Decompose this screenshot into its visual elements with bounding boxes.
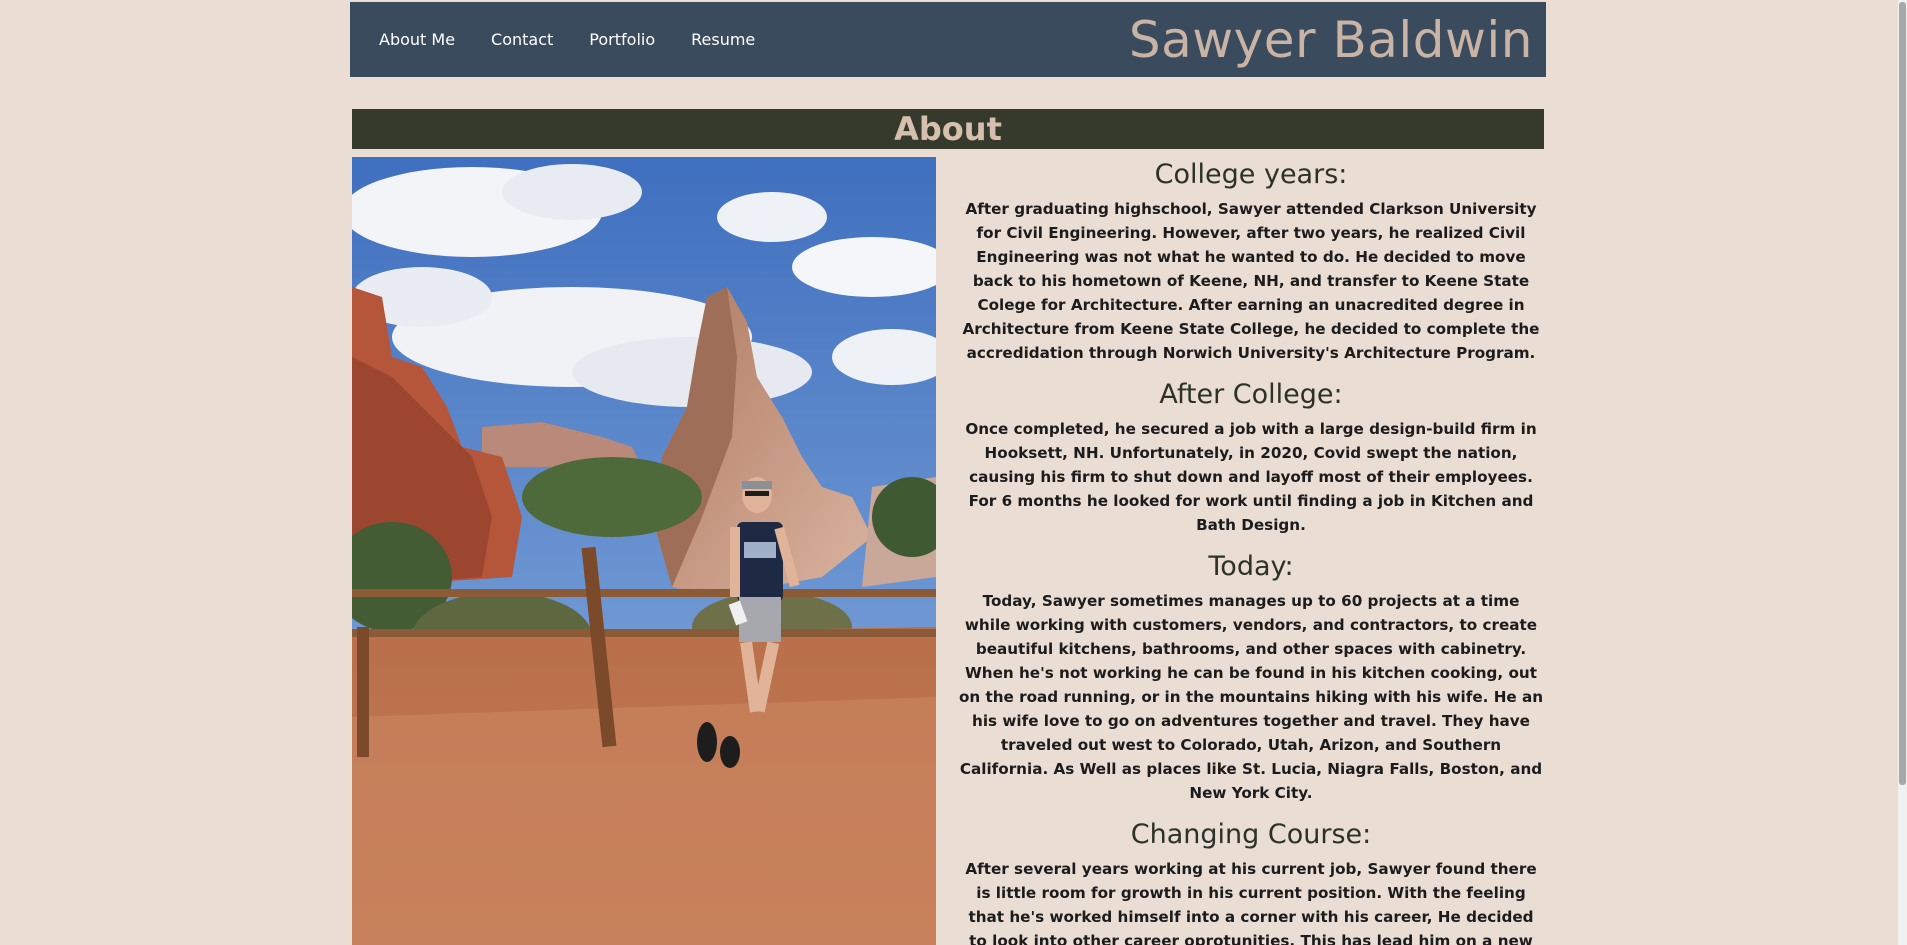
changing-course-text: After several years working at his curre…	[965, 860, 1537, 945]
page-scrollbar[interactable]	[1898, 0, 1907, 945]
nav-link-contact[interactable]: Contact	[491, 30, 553, 49]
today-heading: Today:	[1208, 551, 1294, 582]
nav-link-about-me[interactable]: About Me	[379, 30, 455, 49]
site-title: Sawyer Baldwin	[1128, 11, 1533, 69]
about-content: College years: After graduating highscho…	[958, 157, 1544, 945]
after-college-heading: After College:	[1159, 379, 1343, 410]
page: About Me Contact Portfolio Resume Sawyer…	[0, 0, 1907, 945]
nav-links: About Me Contact Portfolio Resume	[379, 2, 755, 77]
changing-course-heading: Changing Course:	[1130, 819, 1372, 850]
person-hiking-photo	[352, 157, 936, 945]
section-title: About	[894, 110, 1002, 148]
nav-link-portfolio[interactable]: Portfolio	[589, 30, 655, 49]
about-section-header: About	[352, 109, 1544, 149]
college-years-heading: College years:	[1154, 159, 1348, 190]
scrollbar-thumb[interactable]	[1899, 2, 1906, 785]
college-years-text: After graduating highschool, Sawyer atte…	[962, 200, 1540, 362]
navbar: About Me Contact Portfolio Resume Sawyer…	[350, 2, 1546, 77]
today-text: Today, Sawyer sometimes manages up to 60…	[958, 592, 1544, 802]
after-college-text: Once completed, he secured a job with a …	[965, 420, 1537, 534]
nav-link-resume[interactable]: Resume	[691, 30, 755, 49]
